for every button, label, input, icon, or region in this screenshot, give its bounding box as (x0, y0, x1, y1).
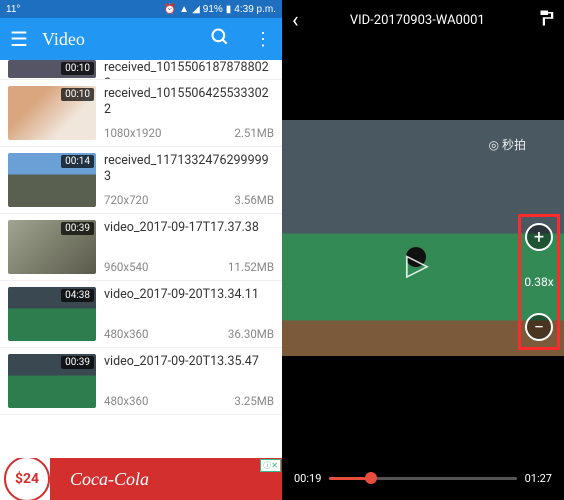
list-item[interactable]: 00:39 video_2017-09-17T17.37.38 960x540 1… (0, 214, 282, 281)
battery-icon: ▮ (226, 4, 232, 15)
ad-banner[interactable]: $24 Coca-Cola ⓘ✕ (0, 458, 282, 500)
speed-control-highlight: + 0.38x − (518, 214, 560, 350)
watermark-icon: ◎ (489, 138, 499, 152)
speed-value: 0.38x (524, 275, 553, 289)
thumbnail: 00:10 (8, 86, 96, 140)
video-list-screen: 11° ⏰ ▲ ◢ 91% ▮ 4:39 p.m. ☰ Video ⋮ 00:1… (0, 0, 282, 500)
filesize: 36.30MB (228, 327, 274, 341)
thumbnail: 00:10 (8, 60, 96, 78)
alarm-icon: ⏰ (164, 4, 176, 15)
seek-thumb[interactable] (365, 472, 377, 484)
video-surface[interactable]: ◎ 秒拍 ▷ + 0.38x − (282, 40, 564, 456)
speed-up-button[interactable]: + (525, 223, 553, 251)
video-name: video_2017-09-20T13.34.11 (104, 287, 274, 303)
battery-pct: 91% (203, 4, 223, 15)
list-item[interactable]: 04:38 video_2017-09-20T13.34.11 480x360 3… (0, 281, 282, 348)
duration-badge: 00:14 (61, 155, 94, 168)
wifi-icon: ▲ (179, 4, 189, 15)
ad-close-icon[interactable]: ⓘ✕ (260, 459, 281, 472)
search-icon[interactable] (210, 27, 230, 52)
list-item[interactable]: 00:10 received_10155064255333022 1080x19… (0, 80, 282, 147)
list-item[interactable]: 00:10 received_10155061878788022 416x752… (0, 60, 282, 80)
list-item[interactable]: 00:39 video_2017-09-20T13.35.47 480x360 3… (0, 348, 282, 415)
thumbnail: 00:39 (8, 220, 96, 274)
status-bar: 11° ⏰ ▲ ◢ 91% ▮ 4:39 p.m. (0, 0, 282, 18)
format-paint-icon[interactable] (536, 9, 554, 31)
more-icon[interactable]: ⋮ (254, 29, 272, 50)
play-button[interactable]: ▷ (406, 247, 429, 282)
app-title: Video (42, 29, 186, 50)
video-name: received_10155061878788022 (104, 60, 274, 80)
resolution: 1080x1920 (104, 126, 161, 140)
resolution: 480x360 (104, 394, 148, 408)
back-icon[interactable]: ‹ (292, 8, 299, 33)
menu-icon[interactable]: ☰ (10, 27, 28, 51)
video-name: received_11713324762999993 (104, 153, 274, 184)
player-top-bar: ‹ VID-20170903-WA0001 (282, 0, 564, 40)
video-name: received_10155064255333022 (104, 86, 274, 117)
thumbnail: 04:38 (8, 287, 96, 341)
list-item[interactable]: 00:14 received_11713324762999993 720x720… (0, 147, 282, 214)
video-player-screen: ‹ VID-20170903-WA0001 ◎ 秒拍 ▷ + 0.38x − 0… (282, 0, 564, 500)
progress-bar-row: 00:19 01:27 (282, 456, 564, 500)
time-current: 00:19 (294, 472, 321, 485)
duration-badge: 00:10 (61, 62, 94, 75)
signal-icon: ◢ (192, 4, 200, 15)
app-bar: ☰ Video ⋮ (0, 18, 282, 60)
resolution: 480x360 (104, 327, 148, 341)
thumbnail: 00:39 (8, 354, 96, 408)
player-title: VID-20170903-WA0001 (309, 13, 526, 28)
video-name: video_2017-09-17T17.37.38 (104, 220, 274, 236)
duration-badge: 04:38 (61, 289, 94, 302)
video-list[interactable]: 00:10 received_10155061878788022 416x752… (0, 60, 282, 458)
resolution: 720x720 (104, 193, 148, 207)
duration-badge: 00:10 (61, 88, 94, 101)
ad-brand: Coca-Cola (70, 469, 149, 490)
resolution: 960x540 (104, 260, 148, 274)
ad-price: $24 (4, 458, 50, 500)
temp-indicator: 11° (6, 4, 20, 15)
watermark: ◎ 秒拍 (489, 136, 527, 153)
clock: 4:39 p.m. (234, 4, 276, 15)
seek-bar[interactable] (329, 477, 516, 480)
watermark-text: 秒拍 (502, 136, 526, 153)
speed-down-button[interactable]: − (525, 313, 553, 341)
filesize: 3.56MB (234, 193, 274, 207)
thumbnail: 00:14 (8, 153, 96, 207)
filesize: 3.25MB (234, 394, 274, 408)
time-total: 01:27 (525, 472, 552, 485)
video-name: video_2017-09-20T13.35.47 (104, 354, 274, 370)
filesize: 11.52MB (228, 260, 274, 274)
filesize: 2.51MB (234, 126, 274, 140)
duration-badge: 00:39 (61, 222, 94, 235)
duration-badge: 00:39 (61, 356, 94, 369)
